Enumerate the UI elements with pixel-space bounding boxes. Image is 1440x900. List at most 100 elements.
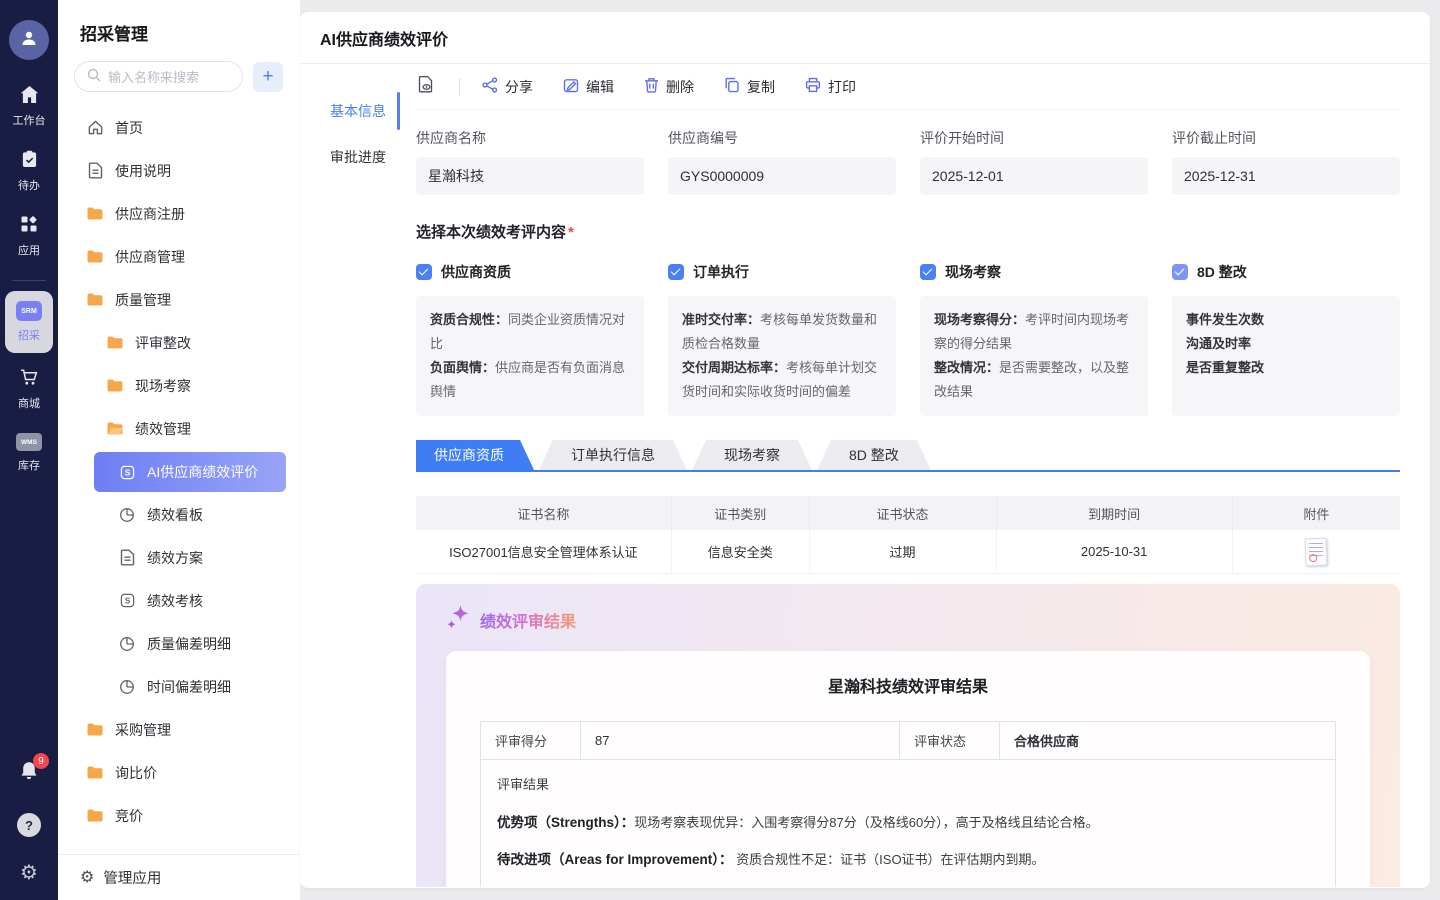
folder-open-icon <box>106 422 124 435</box>
manage-apps-button[interactable]: ⚙ 管理应用 <box>58 854 300 900</box>
field-label: 供应商名称 <box>416 128 644 148</box>
edit-button[interactable]: 编辑 <box>563 77 614 97</box>
share-label: 分享 <box>505 77 533 97</box>
edit-label: 编辑 <box>586 77 614 97</box>
rail-item-mall[interactable]: 商城 <box>18 369 40 411</box>
clipboard-check-icon <box>21 150 38 171</box>
field-supplier-code: 供应商编号 GYS0000009 <box>668 128 896 195</box>
sidebar-item-time-deviation[interactable]: 时间偏差明细 <box>58 665 300 708</box>
option-site-visit: 现场考察 现场考察得分：考评时间内现场考察的得分结果 整改情况：是否需要整改，以… <box>920 262 1148 416</box>
rail-divider <box>12 280 46 281</box>
checkbox-checked[interactable] <box>668 264 684 280</box>
sidebar-item-instructions[interactable]: 使用说明 <box>58 149 300 192</box>
rail-item-label: 待办 <box>18 177 40 193</box>
folder-icon <box>86 207 104 220</box>
menu-label: AI供应商绩效评价 <box>147 462 258 482</box>
sidebar-item-performance-manage[interactable]: 绩效管理 <box>58 407 300 450</box>
main-panel: AI供应商绩效评价 基本信息 审批进度 分享 编辑 <box>300 12 1430 888</box>
checkbox-checked[interactable] <box>1172 264 1188 280</box>
table-header-row: 证书名称 证书类别 证书状态 到期时间 附件 <box>416 496 1400 530</box>
edit-icon <box>563 77 579 96</box>
performance-result-panel: 绩效评审结果 星瀚科技绩效评审结果 评审得分 87 评审状态 合格供应商 评审结… <box>416 584 1400 887</box>
folder-icon <box>86 809 104 822</box>
document-s-icon: S <box>118 593 136 608</box>
toolbar: 分享 编辑 删除 复制 打印 <box>416 64 1400 110</box>
field-value[interactable]: 2025-12-01 <box>920 157 1148 195</box>
menu-label: 竞价 <box>115 806 143 826</box>
checkbox-checked[interactable] <box>920 264 936 280</box>
settings-button[interactable]: ⚙ <box>20 863 38 884</box>
share-button[interactable]: 分享 <box>482 77 533 97</box>
checkbox-checked[interactable] <box>416 264 432 280</box>
sidebar-item-performance-assess[interactable]: S 绩效考核 <box>58 579 300 622</box>
preview-document-icon[interactable] <box>416 75 435 99</box>
help-button[interactable]: ? <box>17 813 41 837</box>
rail-item-inventory[interactable]: WMS 库存 <box>16 433 42 473</box>
folder-icon <box>106 379 124 392</box>
sidebar-item-bidding[interactable]: 竞价 <box>58 794 300 837</box>
copy-button[interactable]: 复制 <box>724 77 775 97</box>
sidebar-item-site-visit[interactable]: 现场考察 <box>58 364 300 407</box>
sidebar-item-performance-board[interactable]: 绩效看板 <box>58 493 300 536</box>
rail-item-procurement-active[interactable]: SRM 招采 <box>5 291 53 353</box>
page-header: AI供应商绩效评价 <box>300 12 1430 64</box>
rail-item-todo[interactable]: 待办 <box>18 150 40 193</box>
sidebar-item-performance-plan[interactable]: 绩效方案 <box>58 536 300 579</box>
gear-icon: ⚙ <box>80 870 94 886</box>
result-header: 绩效评审结果 <box>446 604 1370 635</box>
field-value[interactable]: 2025-12-31 <box>1172 157 1400 195</box>
tab-8d-rectify[interactable]: 8D 整改 <box>817 440 931 470</box>
trash-icon <box>644 77 659 96</box>
tab-basic-info[interactable]: 基本信息 <box>300 88 400 134</box>
print-label: 打印 <box>828 77 856 97</box>
tab-approval-progress[interactable]: 审批进度 <box>300 134 400 180</box>
tab-site-visit[interactable]: 现场考察 <box>692 440 812 470</box>
sidebar-item-rfq[interactable]: 询比价 <box>58 751 300 794</box>
sidebar-item-supplier-manage[interactable]: 供应商管理 <box>58 235 300 278</box>
document-icon <box>86 162 104 179</box>
sidebar-item-ai-supplier-evaluation[interactable]: S AI供应商绩效评价 <box>94 452 286 492</box>
result-card: 星瀚科技绩效评审结果 评审得分 87 评审状态 合格供应商 评审结果 优势项（S… <box>446 651 1370 887</box>
menu-label: 时间偏差明细 <box>147 677 231 697</box>
section-label: 选择本次绩效考评内容* <box>416 221 1400 242</box>
module-sidebar: 招采管理 输入名称来搜索 + 首页 使用说明 供应商注册 供应商管理 <box>58 0 300 900</box>
detail-tabs: 供应商资质 订单执行信息 现场考察 8D 整改 <box>416 440 1400 472</box>
menu-label: 质量偏差明细 <box>147 634 231 654</box>
user-avatar[interactable] <box>9 20 49 60</box>
sidebar-item-quality-manage[interactable]: 质量管理 <box>58 278 300 321</box>
tab-supplier-qualification[interactable]: 供应商资质 <box>416 440 534 470</box>
result-section-title: 绩效评审结果 <box>480 608 576 632</box>
field-value[interactable]: GYS0000009 <box>668 157 896 195</box>
document-s-icon: S <box>118 465 136 480</box>
menu-label: 绩效方案 <box>147 548 203 568</box>
rail-item-apps[interactable]: 应用 <box>18 215 40 258</box>
menu-label: 评审整改 <box>135 333 191 353</box>
copy-label: 复制 <box>747 77 775 97</box>
search-input[interactable]: 输入名称来搜索 <box>74 61 243 92</box>
sidebar-item-quality-deviation[interactable]: 质量偏差明细 <box>58 622 300 665</box>
sidebar-item-supplier-register[interactable]: 供应商注册 <box>58 192 300 235</box>
bell-icon <box>18 769 40 786</box>
app-rail: 工作台 待办 应用 SRM 招采 商城 WMS 库存 9 <box>0 0 58 900</box>
rail-item-label: 工作台 <box>13 112 46 128</box>
summary-label: 评审结果 <box>497 774 1319 793</box>
tab-order-execution-info[interactable]: 订单执行信息 <box>539 440 687 470</box>
svg-text:S: S <box>124 468 129 477</box>
print-button[interactable]: 打印 <box>805 77 856 97</box>
field-value[interactable]: 星瀚科技 <box>416 157 644 195</box>
pie-chart-icon <box>118 679 136 695</box>
sidebar-menu: 首页 使用说明 供应商注册 供应商管理 质量管理 评审整改 现场考察 绩效管理 <box>58 102 300 854</box>
document-icon <box>118 549 136 566</box>
notifications-button[interactable]: 9 <box>18 760 40 787</box>
sidebar-item-purchase-manage[interactable]: 采购管理 <box>58 708 300 751</box>
certificate-attachment-thumbnail[interactable] <box>1305 537 1328 566</box>
delete-button[interactable]: 删除 <box>644 77 694 97</box>
sidebar-item-home[interactable]: 首页 <box>58 106 300 149</box>
home-icon <box>20 86 39 106</box>
question-icon: ? <box>25 818 33 833</box>
sidebar-item-review-rectify[interactable]: 评审整改 <box>58 321 300 364</box>
status-label: 评审状态 <box>900 722 1000 759</box>
option-card: 现场考察得分：考评时间内现场考察的得分结果 整改情况：是否需要整改，以及整改结果 <box>920 296 1148 416</box>
rail-item-workbench[interactable]: 工作台 <box>13 86 46 128</box>
add-button[interactable]: + <box>253 62 283 92</box>
